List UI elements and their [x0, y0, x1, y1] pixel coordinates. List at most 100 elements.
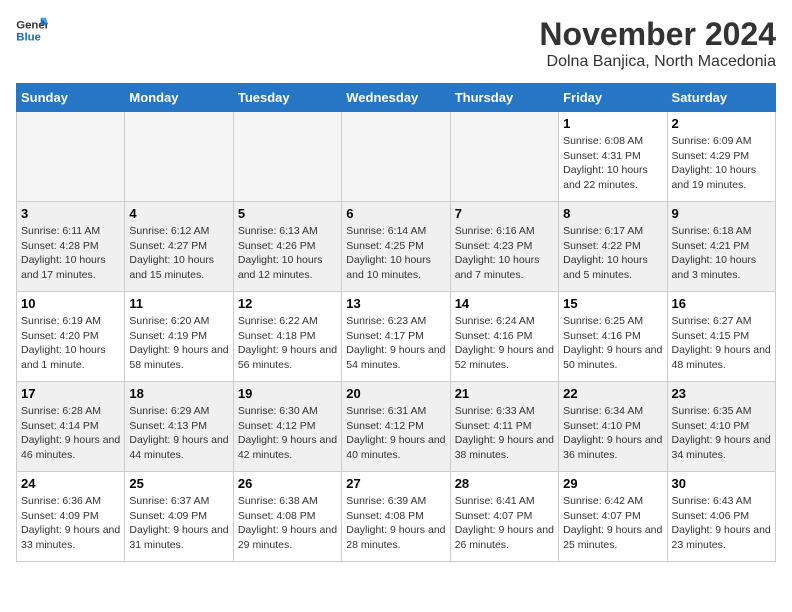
day-info: Sunrise: 6:24 AMSunset: 4:16 PMDaylight:…: [455, 314, 554, 373]
calendar-cell: [125, 112, 233, 202]
calendar-cell: 10Sunrise: 6:19 AMSunset: 4:20 PMDayligh…: [17, 292, 125, 382]
calendar-cell: 16 Sunrise: 6:27 AMSunset: 4:15 PMDayligh…: [667, 292, 775, 382]
day-number: 22: [563, 386, 662, 401]
calendar-week-1: 1 Sunrise: 6:08 AMSunset: 4:31 PMDaylight…: [17, 112, 776, 202]
page-header: General Blue November 2024 Dolna Banjica…: [16, 16, 776, 71]
calendar-cell: 11Sunrise: 6:20 AMSunset: 4:19 PMDayligh…: [125, 292, 233, 382]
day-number: 4: [129, 206, 228, 221]
calendar-cell: 18Sunrise: 6:29 AMSunset: 4:13 PMDayligh…: [125, 382, 233, 472]
day-number: 20: [346, 386, 445, 401]
weekday-header-sunday: Sunday: [17, 84, 125, 112]
day-info: Sunrise: 6:13 AMSunset: 4:26 PMDaylight:…: [238, 224, 337, 283]
day-number: 5: [238, 206, 337, 221]
day-number: 15: [563, 296, 662, 311]
day-number: 8: [563, 206, 662, 221]
day-info: Sunrise: 6:36 AMSunset: 4:09 PMDaylight:…: [21, 494, 120, 553]
weekday-header-saturday: Saturday: [667, 84, 775, 112]
weekday-header-friday: Friday: [559, 84, 667, 112]
day-info: Sunrise: 6:09 AMSunset: 4:29 PMDaylight:…: [672, 134, 771, 193]
day-info: Sunrise: 6:08 AMSunset: 4:31 PMDaylight:…: [563, 134, 662, 193]
calendar-cell: 5 Sunrise: 6:13 AMSunset: 4:26 PMDaylight…: [233, 202, 341, 292]
day-info: Sunrise: 6:39 AMSunset: 4:08 PMDaylight:…: [346, 494, 445, 553]
calendar-cell: 24Sunrise: 6:36 AMSunset: 4:09 PMDayligh…: [17, 472, 125, 562]
calendar-cell: 27 Sunrise: 6:39 AMSunset: 4:08 PMDayligh…: [342, 472, 450, 562]
day-number: 16: [672, 296, 771, 311]
weekday-header-tuesday: Tuesday: [233, 84, 341, 112]
day-info: Sunrise: 6:34 AMSunset: 4:10 PMDaylight:…: [563, 404, 662, 463]
logo: General Blue: [16, 16, 48, 44]
day-number: 19: [238, 386, 337, 401]
day-info: Sunrise: 6:33 AMSunset: 4:11 PMDaylight:…: [455, 404, 554, 463]
calendar-cell: 12Sunrise: 6:22 AMSunset: 4:18 PMDayligh…: [233, 292, 341, 382]
weekday-header-monday: Monday: [125, 84, 233, 112]
calendar-cell: 26Sunrise: 6:38 AMSunset: 4:08 PMDayligh…: [233, 472, 341, 562]
day-number: 1: [563, 116, 662, 131]
day-info: Sunrise: 6:25 AMSunset: 4:16 PMDaylight:…: [563, 314, 662, 373]
calendar-cell: 15 Sunrise: 6:25 AMSunset: 4:16 PMDayligh…: [559, 292, 667, 382]
day-info: Sunrise: 6:23 AMSunset: 4:17 PMDaylight:…: [346, 314, 445, 373]
day-number: 30: [672, 476, 771, 491]
calendar-cell: 20 Sunrise: 6:31 AMSunset: 4:12 PMDayligh…: [342, 382, 450, 472]
title-area: November 2024 Dolna Banjica, North Maced…: [539, 16, 776, 71]
day-info: Sunrise: 6:37 AMSunset: 4:09 PMDaylight:…: [129, 494, 228, 553]
day-info: Sunrise: 6:14 AMSunset: 4:25 PMDaylight:…: [346, 224, 445, 283]
calendar-cell: 17 Sunrise: 6:28 AMSunset: 4:14 PMDayligh…: [17, 382, 125, 472]
day-number: 6: [346, 206, 445, 221]
day-info: Sunrise: 6:17 AMSunset: 4:22 PMDaylight:…: [563, 224, 662, 283]
day-info: Sunrise: 6:27 AMSunset: 4:15 PMDaylight:…: [672, 314, 771, 373]
weekday-header-row: SundayMondayTuesdayWednesdayThursdayFrid…: [17, 84, 776, 112]
calendar-cell: 23 Sunrise: 6:35 AMSunset: 4:10 PMDayligh…: [667, 382, 775, 472]
calendar-table: SundayMondayTuesdayWednesdayThursdayFrid…: [16, 83, 776, 562]
calendar-cell: [233, 112, 341, 202]
calendar-cell: 29 Sunrise: 6:42 AMSunset: 4:07 PMDayligh…: [559, 472, 667, 562]
day-number: 23: [672, 386, 771, 401]
calendar-cell: 21 Sunrise: 6:33 AMSunset: 4:11 PMDayligh…: [450, 382, 558, 472]
day-info: Sunrise: 6:11 AMSunset: 4:28 PMDaylight:…: [21, 224, 120, 283]
day-info: Sunrise: 6:20 AMSunset: 4:19 PMDaylight:…: [129, 314, 228, 373]
calendar-cell: 9Sunrise: 6:18 AMSunset: 4:21 PMDaylight…: [667, 202, 775, 292]
calendar-cell: 3Sunrise: 6:11 AMSunset: 4:28 PMDaylight…: [17, 202, 125, 292]
day-info: Sunrise: 6:30 AMSunset: 4:12 PMDaylight:…: [238, 404, 337, 463]
month-title: November 2024: [539, 16, 776, 53]
calendar-cell: 19 Sunrise: 6:30 AMSunset: 4:12 PMDayligh…: [233, 382, 341, 472]
day-number: 17: [21, 386, 120, 401]
logo-icon: General Blue: [16, 16, 48, 44]
calendar-cell: 14 Sunrise: 6:24 AMSunset: 4:16 PMDayligh…: [450, 292, 558, 382]
calendar-cell: 7 Sunrise: 6:16 AMSunset: 4:23 PMDaylight…: [450, 202, 558, 292]
calendar-cell: 22 Sunrise: 6:34 AMSunset: 4:10 PMDayligh…: [559, 382, 667, 472]
day-info: Sunrise: 6:43 AMSunset: 4:06 PMDaylight:…: [672, 494, 771, 553]
calendar-cell: 28Sunrise: 6:41 AMSunset: 4:07 PMDayligh…: [450, 472, 558, 562]
calendar-cell: [450, 112, 558, 202]
weekday-header-thursday: Thursday: [450, 84, 558, 112]
day-info: Sunrise: 6:42 AMSunset: 4:07 PMDaylight:…: [563, 494, 662, 553]
day-number: 12: [238, 296, 337, 311]
day-info: Sunrise: 6:31 AMSunset: 4:12 PMDaylight:…: [346, 404, 445, 463]
day-number: 21: [455, 386, 554, 401]
calendar-week-5: 24Sunrise: 6:36 AMSunset: 4:09 PMDayligh…: [17, 472, 776, 562]
day-info: Sunrise: 6:28 AMSunset: 4:14 PMDaylight:…: [21, 404, 120, 463]
day-info: Sunrise: 6:19 AMSunset: 4:20 PMDaylight:…: [21, 314, 120, 373]
day-number: 9: [672, 206, 771, 221]
day-info: Sunrise: 6:16 AMSunset: 4:23 PMDaylight:…: [455, 224, 554, 283]
day-number: 27: [346, 476, 445, 491]
calendar-week-3: 10Sunrise: 6:19 AMSunset: 4:20 PMDayligh…: [17, 292, 776, 382]
day-info: Sunrise: 6:41 AMSunset: 4:07 PMDaylight:…: [455, 494, 554, 553]
calendar-cell: 6 Sunrise: 6:14 AMSunset: 4:25 PMDaylight…: [342, 202, 450, 292]
calendar-cell: 13 Sunrise: 6:23 AMSunset: 4:17 PMDayligh…: [342, 292, 450, 382]
day-number: 13: [346, 296, 445, 311]
svg-text:Blue: Blue: [16, 32, 41, 44]
day-number: 14: [455, 296, 554, 311]
calendar-cell: 30 Sunrise: 6:43 AMSunset: 4:06 PMDayligh…: [667, 472, 775, 562]
calendar-cell: [342, 112, 450, 202]
day-number: 29: [563, 476, 662, 491]
calendar-week-4: 17 Sunrise: 6:28 AMSunset: 4:14 PMDayligh…: [17, 382, 776, 472]
day-number: 2: [672, 116, 771, 131]
calendar-cell: 4Sunrise: 6:12 AMSunset: 4:27 PMDaylight…: [125, 202, 233, 292]
location-title: Dolna Banjica, North Macedonia: [539, 53, 776, 71]
day-number: 7: [455, 206, 554, 221]
calendar-cell: 25Sunrise: 6:37 AMSunset: 4:09 PMDayligh…: [125, 472, 233, 562]
calendar-cell: 8 Sunrise: 6:17 AMSunset: 4:22 PMDaylight…: [559, 202, 667, 292]
calendar-cell: 2 Sunrise: 6:09 AMSunset: 4:29 PMDaylight…: [667, 112, 775, 202]
day-info: Sunrise: 6:35 AMSunset: 4:10 PMDaylight:…: [672, 404, 771, 463]
day-number: 26: [238, 476, 337, 491]
